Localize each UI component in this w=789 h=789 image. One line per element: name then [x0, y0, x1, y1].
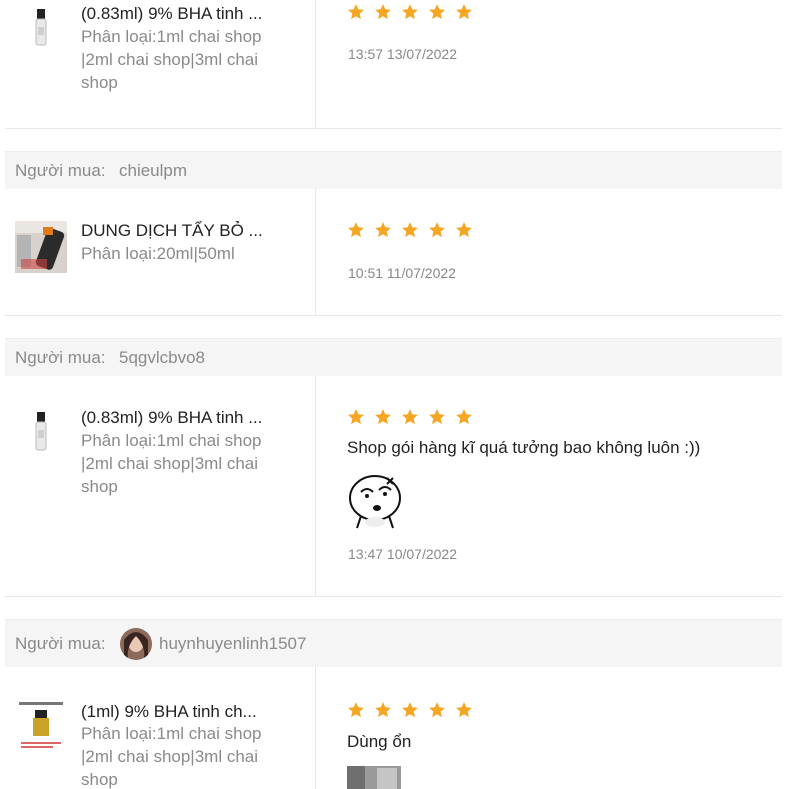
star-icon [455, 701, 473, 719]
star-icon [455, 3, 473, 21]
rating-stars [347, 221, 473, 239]
star-icon [428, 701, 446, 719]
column-divider [315, 667, 316, 789]
product-title[interactable]: (0.83ml) 9% BHA tinh ... [81, 4, 262, 24]
meme-face-image [347, 474, 403, 530]
product-title[interactable]: (1ml) 9% BHA tinh ch... [81, 702, 257, 722]
star-icon [455, 408, 473, 426]
star-icon [347, 221, 365, 239]
rating-stars [347, 3, 473, 21]
review-comment: Shop gói hàng kĩ quá tưởng bao không luô… [347, 438, 701, 457]
product-thumbnail[interactable] [15, 408, 67, 460]
star-icon [347, 408, 365, 426]
row-divider [5, 596, 782, 597]
product-variation: Phân loại:1ml chai shop |2ml chai shop|3… [81, 27, 262, 92]
star-icon [401, 408, 419, 426]
review-photo[interactable] [347, 766, 401, 789]
product-photo-image [347, 766, 401, 789]
buyer-name[interactable]: 5qgvlcbvo8 [119, 348, 205, 368]
star-icon [428, 408, 446, 426]
star-icon [374, 408, 392, 426]
buyer-name[interactable]: huynhuyenlinh1507 [159, 634, 317, 654]
product-thumbnail[interactable] [15, 5, 67, 57]
buyer-label: Người mua: [15, 348, 106, 367]
product-variation: Phân loại:1ml chai shop |2ml chai shop|3… [81, 431, 262, 496]
product-thumbnail[interactable] [15, 221, 67, 273]
product-box-image [15, 700, 67, 752]
row-divider [5, 128, 782, 129]
buyer-label: Người mua: [15, 634, 106, 653]
avatar[interactable] [120, 628, 152, 660]
product-variation: Phân loại:1ml chai shop |2ml chai shop|3… [81, 724, 262, 789]
buyer-header: Người mua: 5qgvlcbvo8 [5, 338, 782, 376]
star-icon [401, 3, 419, 21]
buyer-header: Người mua: chieulpm [5, 151, 782, 189]
column-divider [315, 0, 316, 128]
buyer-header: Người mua: huynhuyenlinh1507 [5, 619, 782, 667]
star-icon [374, 221, 392, 239]
product-box-image [15, 221, 67, 273]
star-icon [401, 701, 419, 719]
star-icon [347, 3, 365, 21]
review-comment: Dùng ổn [347, 732, 412, 751]
star-icon [347, 701, 365, 719]
column-divider [315, 376, 316, 596]
column-divider [315, 189, 316, 315]
star-icon [401, 221, 419, 239]
review-photo[interactable] [347, 474, 403, 530]
star-icon [455, 221, 473, 239]
rating-stars [347, 408, 473, 426]
product-title[interactable]: DUNG DỊCH TẨY BỎ ... [81, 221, 263, 241]
product-variation: Phân loại:20ml|50ml [81, 244, 235, 263]
star-icon [428, 221, 446, 239]
product-thumbnail[interactable] [15, 700, 67, 752]
buyer-name[interactable]: chieulpm [119, 161, 187, 181]
row-divider [5, 315, 782, 316]
star-icon [374, 701, 392, 719]
star-icon [374, 3, 392, 21]
star-icon [428, 3, 446, 21]
product-title[interactable]: (0.83ml) 9% BHA tinh ... [81, 408, 262, 428]
review-time: 13:47 10/07/2022 [348, 546, 457, 562]
serum-vial-image [35, 412, 47, 451]
review-time: 10:51 11/07/2022 [348, 265, 456, 281]
review-time: 13:57 13/07/2022 [348, 46, 457, 62]
buyer-label: Người mua: [15, 161, 106, 180]
serum-vial-image [35, 9, 47, 46]
rating-stars [347, 701, 473, 719]
